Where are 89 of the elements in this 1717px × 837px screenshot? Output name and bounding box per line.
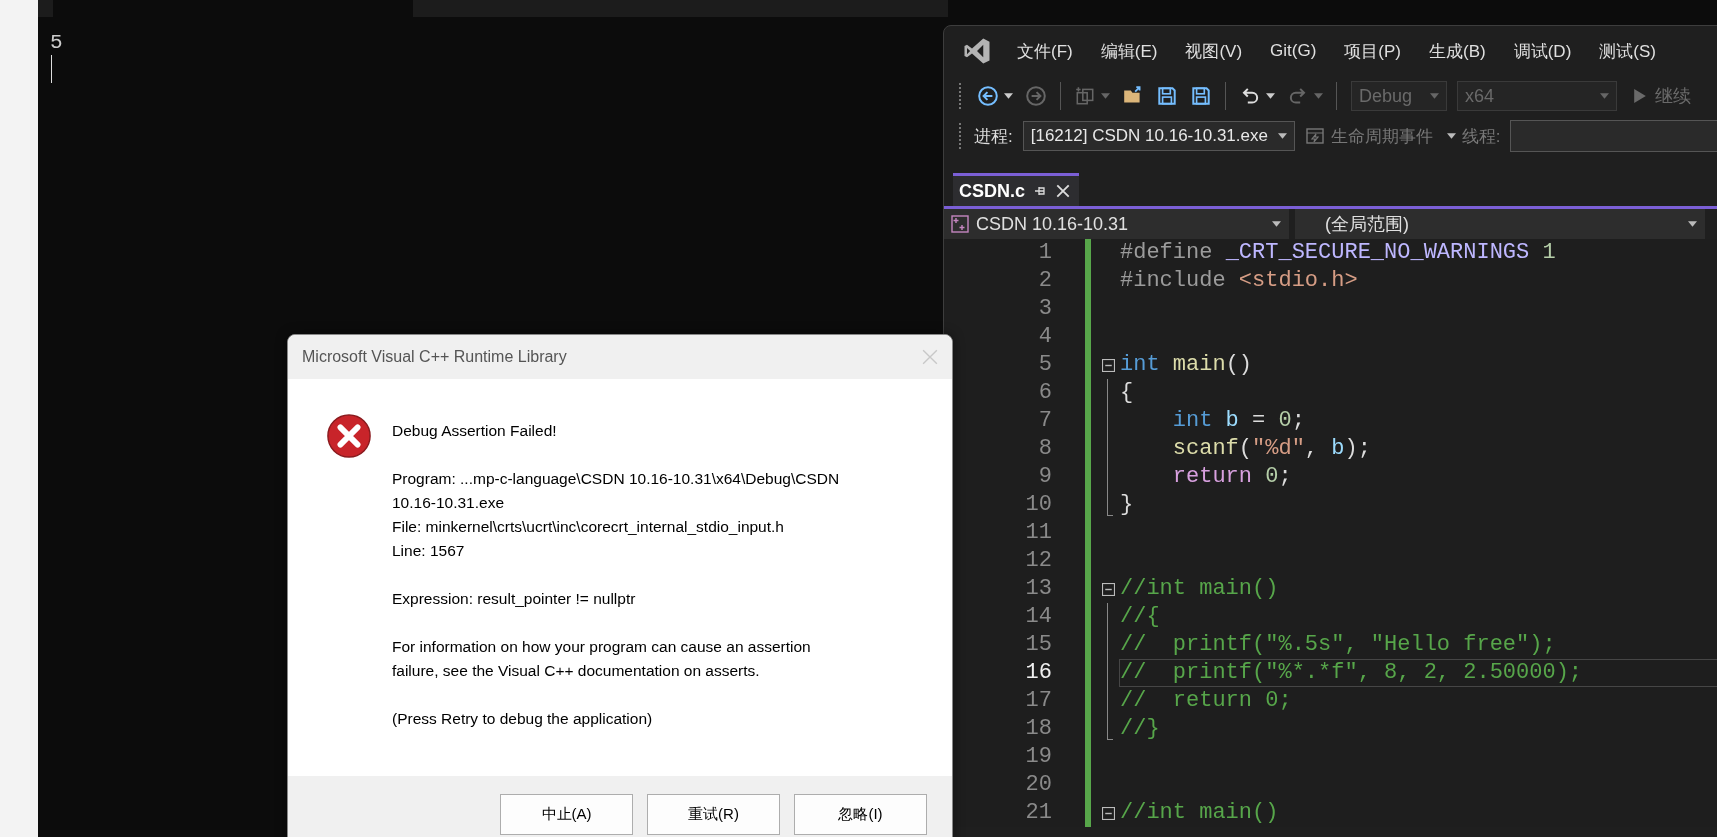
- code-line: //int main(): [1120, 800, 1279, 825]
- save-all-icon: [1190, 85, 1212, 107]
- code-line: // return 0;: [1120, 688, 1292, 713]
- line-number: 10: [1025, 491, 1052, 519]
- dialog-button[interactable]: 中止(A): [500, 794, 633, 835]
- line-number: 5: [1038, 351, 1052, 379]
- code-line: }: [1120, 492, 1134, 517]
- message-line: Line: 1567: [392, 542, 465, 559]
- line-number: 12: [1025, 547, 1052, 575]
- caret-icon[interactable]: [1266, 93, 1275, 99]
- code-line: //}: [1120, 716, 1160, 741]
- forward-icon: [1025, 85, 1047, 107]
- close-icon[interactable]: [1055, 183, 1071, 199]
- code-line: //int main(): [1120, 576, 1279, 601]
- line-number: 16: [1025, 659, 1052, 687]
- code-line: // printf("%*.*f", 8, 2, 2.50000);: [1120, 660, 1583, 685]
- line-number: 9: [1038, 463, 1052, 491]
- line-number: 2: [1038, 267, 1052, 295]
- pin-icon[interactable]: [1033, 184, 1047, 198]
- line-number: 13: [1025, 575, 1052, 603]
- collapse-icon[interactable]: [1101, 358, 1115, 372]
- message-line: 10.16-10.31.exe: [392, 494, 505, 511]
- dialog-button[interactable]: 重试(R): [647, 794, 780, 835]
- message-line: Expression: result_pointer != nullptr: [392, 590, 636, 607]
- menu-item[interactable]: 生成(B): [1416, 39, 1501, 63]
- code-line: #define _CRT_SECURE_NO_WARNINGS 1: [1120, 240, 1556, 265]
- text-cursor: [51, 55, 52, 83]
- menu-item[interactable]: 测试(S): [1586, 39, 1671, 63]
- line-number: 14: [1025, 603, 1052, 631]
- lightning-icon: [1304, 126, 1325, 146]
- dialog-heading: Debug Assertion Failed!: [392, 422, 557, 439]
- line-number: 20: [1025, 771, 1052, 799]
- line-number: 6: [1038, 379, 1052, 407]
- message-line: File: minkernel\crts\ucrt\inc\corecrt_internal_stdio_input.h: [392, 518, 784, 535]
- project-icon: [950, 214, 970, 234]
- caret-icon: [1446, 133, 1456, 139]
- menu-item[interactable]: 文件(F): [1004, 39, 1088, 63]
- caret-icon: [1277, 133, 1287, 139]
- menu-item[interactable]: 调试(D): [1500, 39, 1587, 63]
- line-number: 1: [1038, 239, 1052, 267]
- project-dropdown[interactable]: CSDN 10.16-10.31: [944, 209, 1289, 239]
- message-line: Program: ...mp-c-language\CSDN 10.16-10.31\x64\Debug\CSDN: [392, 470, 840, 487]
- file-tab[interactable]: CSDN.c: [953, 173, 1079, 206]
- line-number: 18: [1025, 715, 1052, 743]
- caret-icon[interactable]: [1004, 93, 1013, 99]
- line-number: 11: [1025, 519, 1052, 547]
- code-line: int main(): [1120, 352, 1253, 377]
- new-item-icon: [1074, 85, 1096, 107]
- line-number: 17: [1025, 687, 1052, 715]
- code-line: #include <stdio.h>: [1120, 268, 1358, 293]
- logo-icon: [962, 36, 992, 66]
- line-number: 15: [1025, 631, 1052, 659]
- save-icon: [1156, 85, 1178, 107]
- menu-item[interactable]: Git(G): [1257, 41, 1332, 61]
- code-line: int b = 0;: [1171, 408, 1305, 433]
- line-number: 3: [1038, 295, 1052, 323]
- code-line: {: [1120, 380, 1134, 405]
- caret-icon: [1272, 221, 1281, 227]
- dialog-title: Microsoft Visual C++ Runtime Library: [302, 348, 567, 366]
- line-number: 7: [1038, 407, 1052, 435]
- line-number: 19: [1025, 743, 1052, 771]
- code-line: // printf("%.5s", "Hello free");: [1120, 632, 1556, 657]
- line-number: 21: [1025, 799, 1052, 827]
- play-icon: [1633, 87, 1647, 105]
- menu-item[interactable]: 视图(V): [1172, 39, 1258, 63]
- caret-icon: [1688, 221, 1697, 227]
- code-line: return 0;: [1171, 464, 1292, 489]
- thread-label: 线程:: [1461, 125, 1501, 148]
- collapse-icon[interactable]: [1101, 806, 1115, 820]
- code-line: scanf("%d", b);: [1171, 436, 1371, 461]
- menu-item[interactable]: 编辑(E): [1087, 39, 1173, 63]
- collapse-icon[interactable]: [1101, 582, 1115, 596]
- process-label: 进程:: [974, 125, 1013, 148]
- process-dropdown[interactable]: [16212] CSDN 10.16-10.31.exe: [1022, 121, 1295, 151]
- caret-icon: [1600, 93, 1609, 99]
- dialog-button[interactable]: 忽略(I): [794, 794, 927, 835]
- code-line: //{: [1120, 604, 1160, 629]
- lifecycle-events-button[interactable]: 生命周期事件: [1304, 124, 1456, 148]
- line-number: 8: [1038, 435, 1052, 463]
- error-icon: [326, 413, 372, 459]
- menu-item[interactable]: 项目(P): [1331, 39, 1416, 63]
- caret-icon: [1430, 93, 1439, 99]
- message-line: For information on how your program can cause an assertion: [392, 638, 811, 655]
- console-output: 5: [50, 31, 64, 55]
- message-line: (Press Retry to debug the application): [392, 710, 653, 727]
- back-icon: [977, 85, 999, 107]
- line-number: 4: [1038, 323, 1052, 351]
- scope-dropdown[interactable]: (全局范围): [1295, 209, 1705, 239]
- message-line: failure, see the Visual C++ documentation on asserts.: [392, 662, 760, 679]
